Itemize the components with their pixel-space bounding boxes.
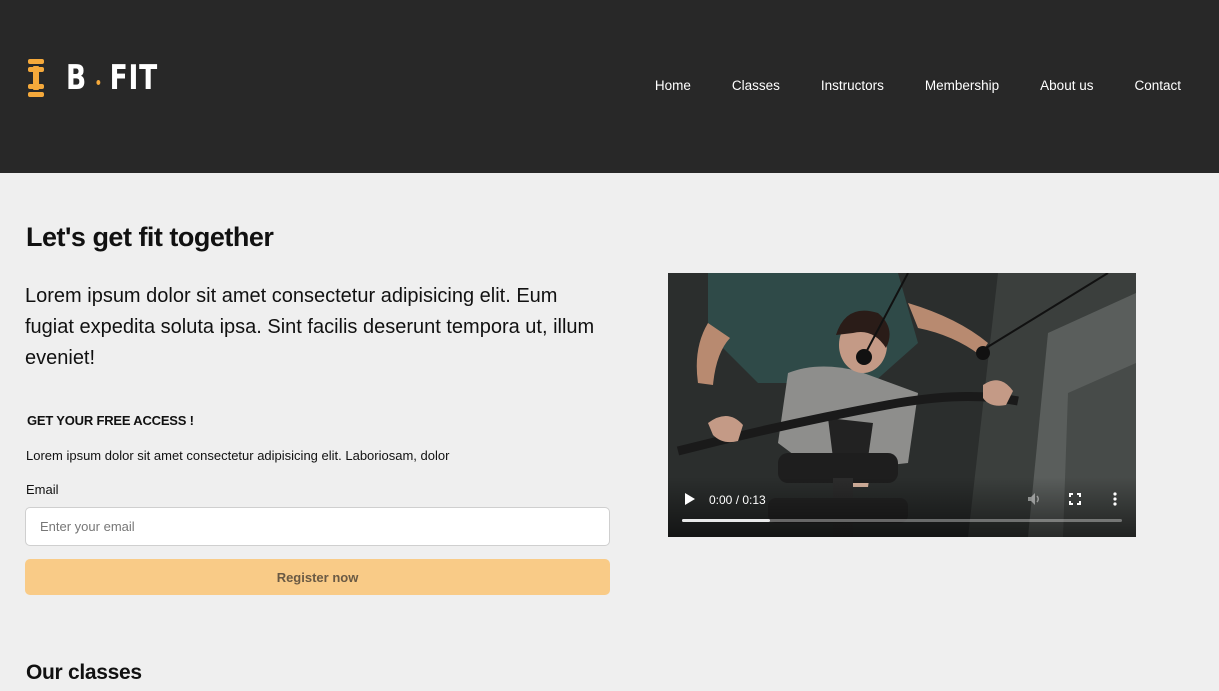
brand-name: B FIT (66, 58, 158, 98)
video-player[interactable]: 0:00 / 0:13 (668, 273, 1136, 537)
hero-title: Let's get fit together (26, 222, 274, 252)
video-progress-fill (682, 519, 770, 522)
nav-item-membership[interactable]: Membership (925, 77, 999, 95)
hero-lead: Lorem ipsum dolor sit amet consectetur a… (25, 285, 595, 369)
nav-item-about-us[interactable]: About us (1040, 77, 1093, 95)
volume-icon[interactable] (1026, 491, 1042, 507)
fullscreen-icon[interactable] (1067, 491, 1083, 507)
email-label: Email (26, 482, 59, 497)
brand-name-left: B (66, 58, 87, 98)
video-progress-bar[interactable] (682, 519, 1122, 522)
signup-title: GET YOUR FREE ACCESS ! (27, 413, 194, 428)
brand-name-right: FIT (109, 58, 159, 98)
play-icon[interactable] (684, 492, 696, 506)
brand-logo[interactable]: B FIT (26, 58, 184, 98)
register-button[interactable]: Register now (25, 559, 610, 595)
main-nav: Home Classes Instructors Membership Abou… (614, 77, 1181, 95)
nav-item-instructors[interactable]: Instructors (821, 77, 884, 95)
video-controls: 0:00 / 0:13 (668, 477, 1136, 537)
nav-item-classes[interactable]: Classes (732, 77, 780, 95)
nav-item-home[interactable]: Home (655, 77, 691, 95)
more-options-icon[interactable] (1109, 491, 1121, 507)
classes-section-title: Our classes (26, 661, 142, 684)
dumbbell-icon (26, 59, 46, 97)
brand-dot (96, 79, 101, 85)
signup-text: Lorem ipsum dolor sit amet consectetur a… (26, 448, 450, 463)
nav-item-contact[interactable]: Contact (1134, 77, 1181, 95)
site-header: B FIT Home Classes Instructors Membershi… (0, 0, 1219, 173)
email-field[interactable] (25, 507, 610, 546)
video-time: 0:00 / 0:13 (709, 493, 766, 507)
